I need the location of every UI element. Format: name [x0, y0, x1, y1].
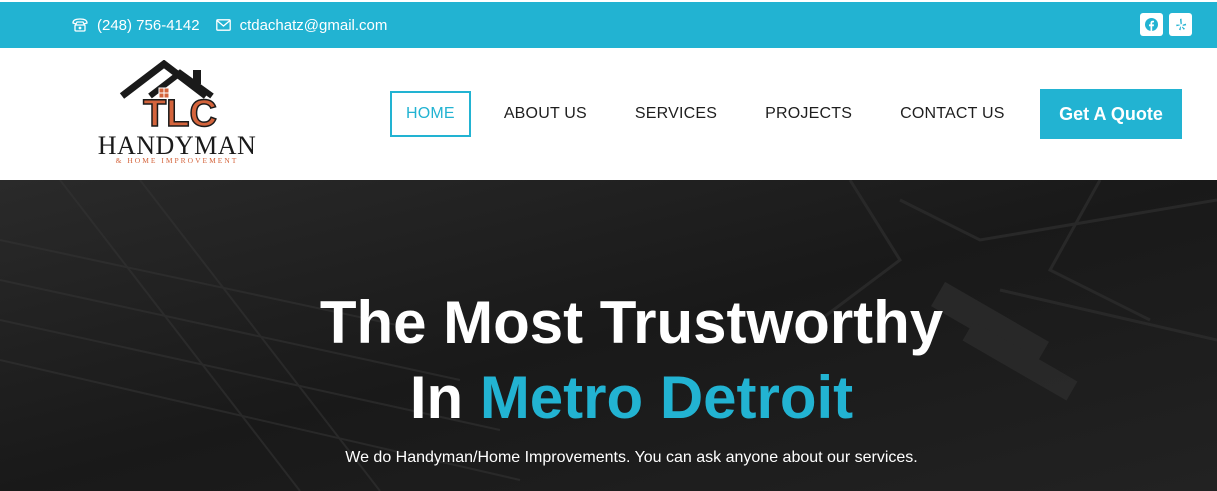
yelp-button[interactable] [1169, 13, 1192, 36]
hero-subtitle: We do Handyman/Home Improvements. You ca… [345, 449, 918, 466]
nav-item-contact-us[interactable]: CONTACT US [884, 91, 1021, 137]
phone-number: (248) 756-4142 [97, 16, 200, 34]
logo-tagline: & HOME IMPROVEMENT [116, 156, 239, 165]
hero-heading-prefix: In [409, 364, 464, 431]
email-address: ctdachatz@gmail.com [239, 16, 388, 34]
facebook-button[interactable] [1140, 13, 1163, 36]
nav-item-projects[interactable]: PROJECTS [749, 91, 868, 137]
hero-section: The Most Trustworthy In Metro Detroit We… [0, 180, 1217, 491]
facebook-icon [1145, 18, 1158, 31]
site-logo[interactable]: TLC HANDYMAN & HOME IMPROVEMENT [90, 60, 265, 165]
get-a-quote-button[interactable]: Get A Quote [1040, 89, 1182, 139]
email-link[interactable]: ctdachatz@gmail.com [215, 16, 388, 34]
main-nav: HOME ABOUT US SERVICES PROJECTS CONTACT … [390, 91, 1037, 137]
social-links [1140, 13, 1192, 36]
hero-heading-accent: Metro Detroit [479, 364, 854, 431]
nav-item-about-us[interactable]: ABOUT US [488, 91, 603, 137]
site-header: TLC HANDYMAN & HOME IMPROVEMENT HOME ABO… [0, 48, 1217, 180]
top-bar: (248) 756-4142 ctdachatz@gmail.com [0, 2, 1217, 48]
logo-graphic: TLC HANDYMAN & HOME IMPROVEMENT [98, 60, 256, 165]
envelope-icon [215, 19, 231, 31]
nav-item-services[interactable]: SERVICES [619, 91, 733, 137]
nav-item-home[interactable]: HOME [390, 91, 471, 137]
phone-icon [72, 18, 88, 32]
contact-info: (248) 756-4142 ctdachatz@gmail.com [72, 2, 403, 48]
yelp-icon [1175, 18, 1186, 31]
logo-letters: TLC [143, 93, 217, 135]
phone-link[interactable]: (248) 756-4142 [72, 17, 200, 34]
hero-heading-line2: In Metro Detroit [0, 368, 1217, 428]
hero-heading-line1: The Most Trustworthy [319, 289, 944, 356]
